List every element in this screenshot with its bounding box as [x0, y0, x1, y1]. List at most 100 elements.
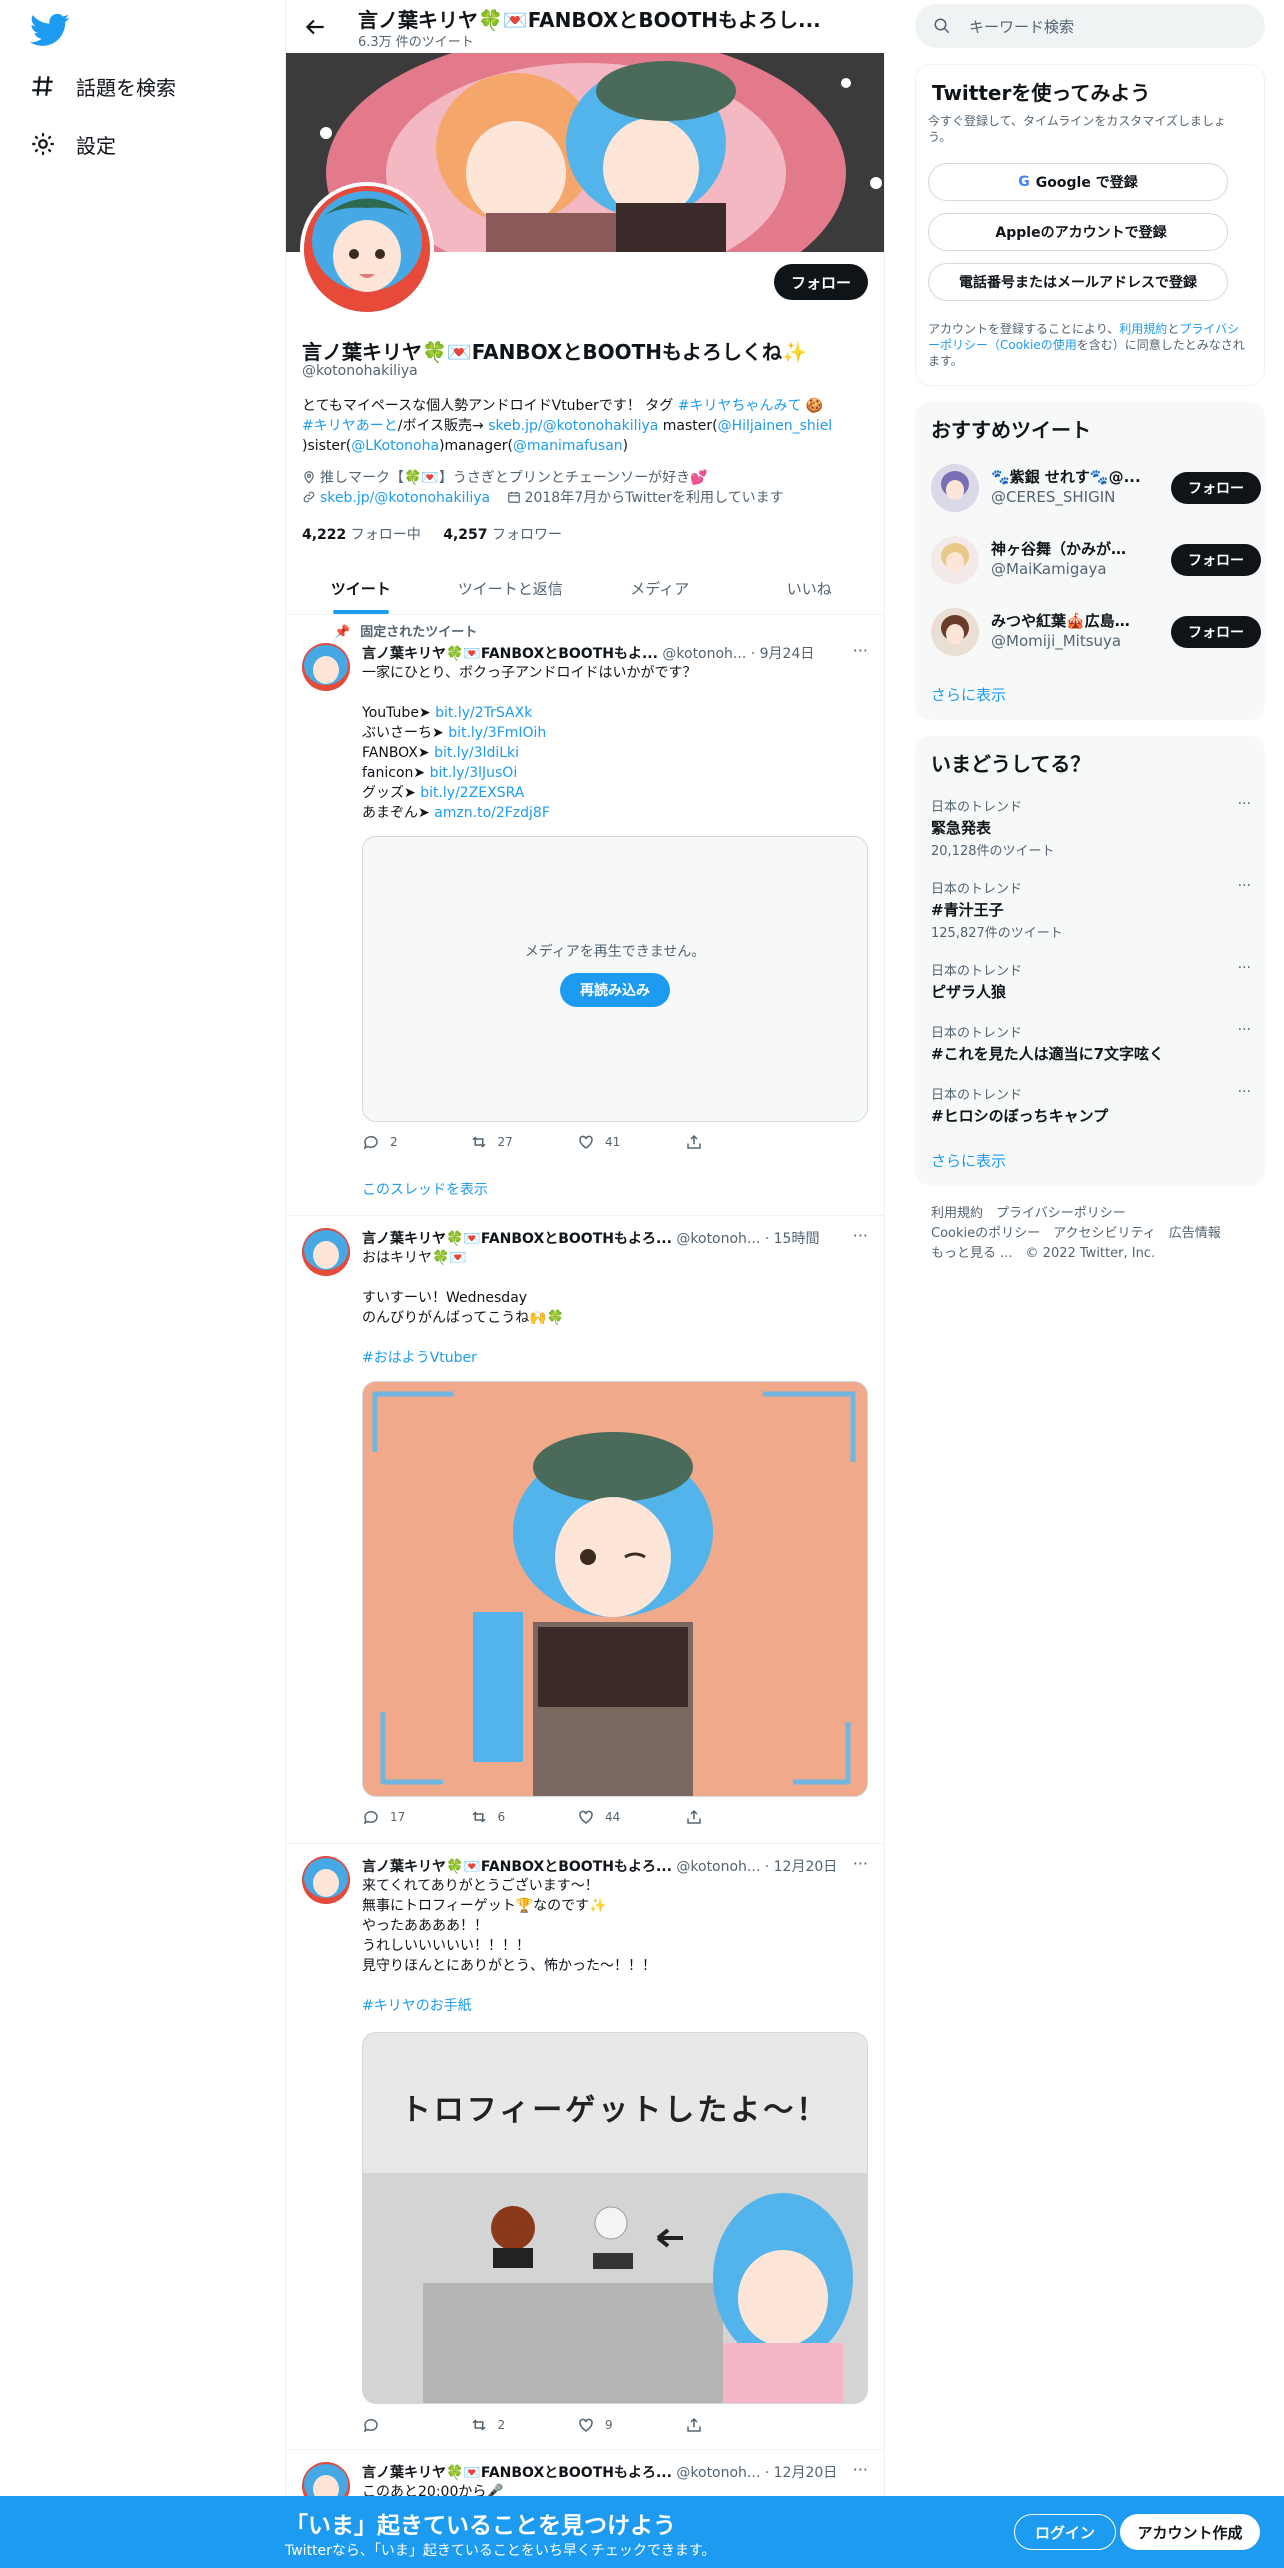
recommended-user[interactable]: 🐾紫銀 せれす🐾@... @CERES_SHIGIN フォロー — [931, 460, 1261, 516]
nav-explore[interactable]: 話題を検索 — [30, 64, 176, 108]
more-options-icon[interactable]: ··· — [853, 2460, 868, 2479]
reload-button[interactable]: 再読み込み — [560, 973, 670, 1007]
tab-tweets-replies[interactable]: ツイートと返信 — [436, 562, 586, 614]
reply-button[interactable]: 2 — [362, 1133, 470, 1151]
tweet-author-name[interactable]: 言ノ葉キリヤ🍀💌FANBOXとBOOTHもよろ... — [362, 1859, 672, 1875]
login-button[interactable]: ログイン — [1014, 2514, 1116, 2550]
trend-item[interactable]: 日本のトレンド 緊急発表 20,128件のツイート ··· — [931, 796, 1251, 859]
tweet-pinned[interactable]: 📌 固定されたツイート 言ノ葉キリヤ🍀💌FANBOXとBOOTHもよ... @ko… — [286, 615, 884, 1216]
trend-item[interactable]: 日本のトレンド #ヒロシのぼっちキャンプ ··· — [931, 1084, 1251, 1126]
tweet-time[interactable]: · 12月20日 — [765, 1859, 838, 1875]
tweet-time[interactable]: · 9月24日 — [751, 646, 815, 662]
tweet[interactable]: 言ノ葉キリヤ🍀💌FANBOXとBOOTHもよろ... @kotonoh... ·… — [286, 1844, 884, 2450]
search-input[interactable]: キーワード検索 — [915, 4, 1265, 48]
tweet-hashtag[interactable]: #おはようVtuber — [362, 1348, 867, 1368]
tweet-time[interactable]: · 12月20日 — [765, 2465, 838, 2481]
back-arrow-icon[interactable] — [302, 14, 328, 40]
user-avatar[interactable] — [931, 608, 979, 656]
bio-mention-link[interactable]: @Hiljainen_shiel — [718, 418, 833, 434]
follow-button[interactable]: フォロー — [1171, 472, 1261, 504]
tweet-link[interactable]: bit.ly/2TrSAXk — [435, 705, 532, 721]
footer-link[interactable]: 広告情報 — [1169, 1226, 1221, 1241]
trend-item[interactable]: 日本のトレンド #これを見た人は適当に7文字呟く ··· — [931, 1022, 1251, 1064]
more-options-icon[interactable]: ··· — [1238, 878, 1251, 894]
tweet-author-name[interactable]: 言ノ葉キリヤ🍀💌FANBOXとBOOTHもよろ... — [362, 1231, 672, 1247]
bio-hashtag-link[interactable]: #キリヤあーと — [302, 418, 398, 434]
retweet-button[interactable]: 6 — [470, 1808, 578, 1826]
show-more-link[interactable]: さらに表示 — [931, 684, 1006, 705]
tweet-hashtag[interactable]: #キリヤのお手紙 — [362, 1996, 867, 2016]
tweet-avatar[interactable] — [302, 1856, 350, 1904]
tweet[interactable]: 言ノ葉キリヤ🍀💌FANBOXとBOOTHもよろ... @kotonoh... ·… — [286, 1216, 884, 1844]
share-button[interactable] — [685, 1808, 793, 1826]
tweet-link[interactable]: bit.ly/3lJusOi — [430, 765, 518, 781]
more-options-icon[interactable]: ··· — [1238, 796, 1251, 812]
tweet-image[interactable] — [362, 1381, 868, 1797]
footer-link[interactable]: もっと見る ... — [931, 1246, 1013, 1261]
reply-button[interactable]: 17 — [362, 1808, 470, 1826]
tweet-avatar[interactable] — [302, 1228, 350, 1276]
follow-button[interactable]: フォロー — [774, 264, 868, 300]
retweet-button[interactable]: 27 — [470, 1133, 578, 1151]
more-options-icon[interactable]: ··· — [1238, 1084, 1251, 1100]
tweet-author-handle[interactable]: @kotonoh... — [662, 646, 746, 662]
following-link[interactable]: 4,222 フォロー中 — [302, 527, 421, 543]
more-options-icon[interactable]: ··· — [853, 641, 868, 660]
profile-avatar[interactable] — [300, 182, 434, 316]
user-avatar[interactable] — [931, 464, 979, 512]
tweet-link[interactable]: bit.ly/3ldiLki — [434, 745, 519, 761]
tweet-author-handle[interactable]: @kotonoh... — [676, 2465, 760, 2481]
footer-link[interactable]: Cookieのポリシー — [931, 1226, 1040, 1241]
share-button[interactable] — [685, 2416, 793, 2434]
terms-link[interactable]: 利用規約 — [1119, 322, 1167, 336]
like-button[interactable]: 41 — [577, 1133, 685, 1151]
retweet-button[interactable]: 2 — [470, 2416, 578, 2434]
bio-link[interactable]: skeb.jp/@kotonohakiliya — [488, 418, 658, 434]
bio-hashtag-link[interactable]: #キリヤちゃんみて — [678, 398, 802, 414]
more-options-icon[interactable]: ··· — [853, 1226, 868, 1245]
recommended-user[interactable]: 神ヶ谷舞（かみがや... @MaiKamigaya フォロー — [931, 532, 1261, 588]
tweet-avatar-art — [302, 1856, 350, 1904]
tweet-link[interactable]: amzn.to/2Fzdj8F — [434, 805, 550, 821]
footer-link[interactable]: プライバシーポリシー — [996, 1206, 1126, 1221]
tab-media[interactable]: メディア — [585, 562, 735, 614]
tweet-author-handle[interactable]: @kotonoh... — [676, 1859, 760, 1875]
nav-settings[interactable]: 設定 — [30, 122, 116, 166]
footer-link[interactable]: 利用規約 — [931, 1206, 983, 1221]
signup-button[interactable]: アカウント作成 — [1120, 2514, 1260, 2550]
follow-button[interactable]: フォロー — [1171, 544, 1261, 576]
twitter-logo-icon[interactable] — [30, 10, 70, 50]
tweet-link[interactable]: bit.ly/2ZEXSRA — [420, 785, 524, 801]
show-more-link[interactable]: さらに表示 — [931, 1150, 1006, 1171]
bio-mention-link[interactable]: @manimafusan — [513, 438, 623, 454]
bio-mention-link[interactable]: @LKotonoha — [351, 438, 439, 454]
tweet-link[interactable]: bit.ly/3FmIOih — [448, 725, 546, 741]
show-thread-link[interactable]: このスレッドを表示 — [362, 1179, 488, 1199]
trend-item[interactable]: 日本のトレンド #青汁王子 125,827件のツイート ··· — [931, 878, 1251, 941]
tweet-author-name[interactable]: 言ノ葉キリヤ🍀💌FANBOXとBOOTHもよろ... — [362, 2465, 672, 2481]
share-button[interactable] — [685, 1133, 793, 1151]
more-options-icon[interactable]: ··· — [853, 1854, 868, 1873]
follow-button[interactable]: フォロー — [1171, 616, 1261, 648]
tab-tweets[interactable]: ツイート — [286, 562, 436, 614]
tweet-avatar[interactable] — [302, 643, 350, 691]
like-button[interactable]: 9 — [577, 2416, 685, 2434]
phone-signup-button[interactable]: 電話番号またはメールアドレスで登録 — [928, 263, 1228, 301]
tweet-image[interactable]: トロフィーゲットしたよ～！ — [362, 2032, 868, 2404]
tweet-time[interactable]: · 15時間 — [765, 1231, 820, 1247]
tweet-author-handle[interactable]: @kotonoh... — [676, 1231, 760, 1247]
user-avatar[interactable] — [931, 536, 979, 584]
more-options-icon[interactable]: ··· — [1238, 960, 1251, 976]
like-button[interactable]: 44 — [577, 1808, 685, 1826]
apple-signup-button[interactable]: Appleのアカウントで登録 — [928, 213, 1228, 251]
google-signup-button[interactable]: G Google で登録 — [928, 163, 1228, 201]
followers-link[interactable]: 4,257 フォロワー — [443, 527, 562, 543]
trend-item[interactable]: 日本のトレンド ピザラ人狼 ··· — [931, 960, 1251, 1002]
more-options-icon[interactable]: ··· — [1238, 1022, 1251, 1038]
recommended-user[interactable]: みつや紅葉🎪広島紹... @Momiji_Mitsuya フォロー — [931, 604, 1261, 660]
tweet-author-name[interactable]: 言ノ葉キリヤ🍀💌FANBOXとBOOTHもよ... — [362, 646, 658, 662]
profile-url[interactable]: skeb.jp/@kotonohakiliya — [320, 490, 490, 506]
tab-likes[interactable]: いいね — [735, 562, 885, 614]
reply-button[interactable] — [362, 2416, 470, 2434]
footer-link[interactable]: アクセシビリティ — [1053, 1226, 1156, 1241]
